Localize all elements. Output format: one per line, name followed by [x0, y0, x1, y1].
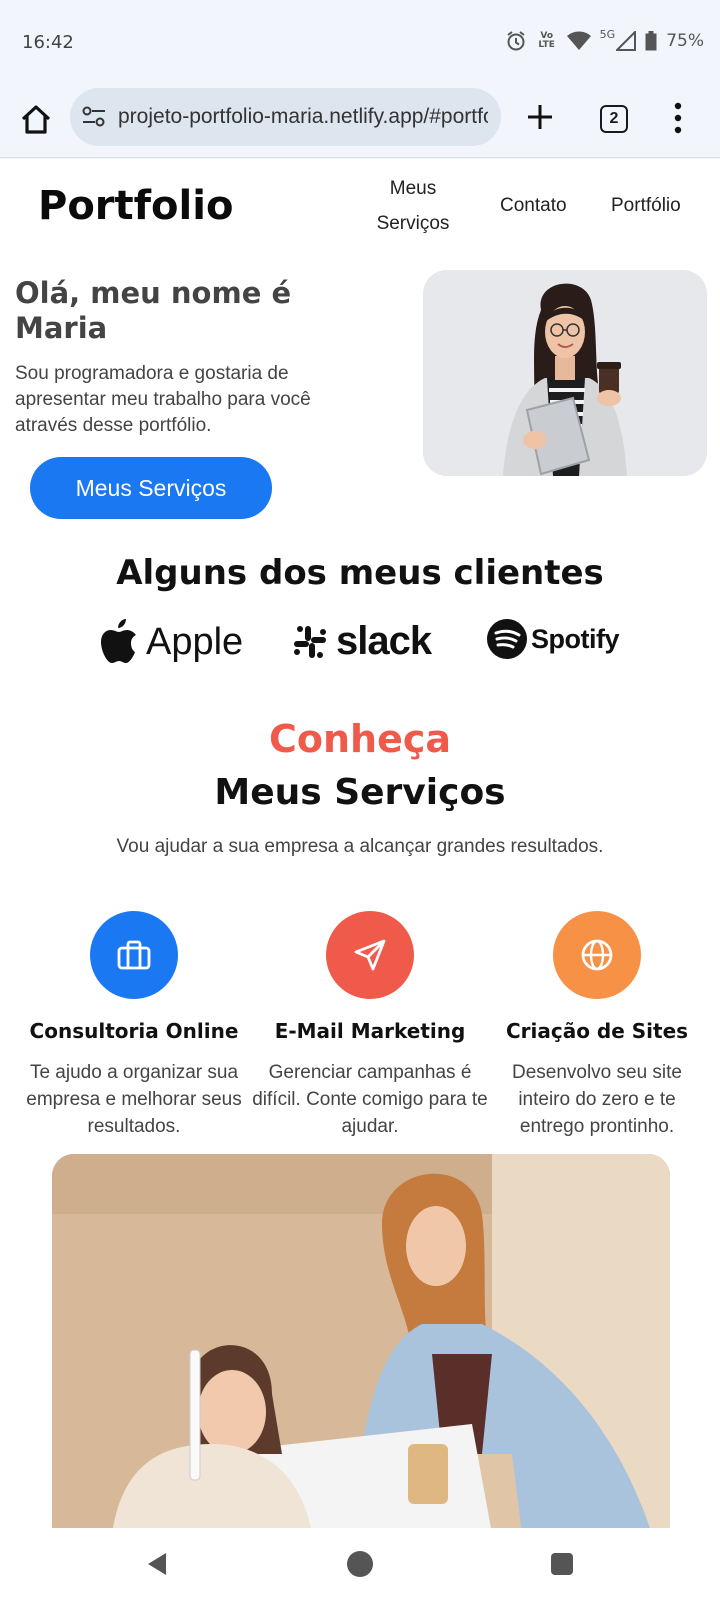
tab-switcher-icon[interactable]: 2 — [600, 105, 628, 133]
battery-icon — [645, 31, 657, 51]
status-time: 16:42 — [22, 32, 74, 53]
signal-icon — [616, 31, 637, 51]
service-desc: Te ajudo a organizar sua empresa e melho… — [26, 1062, 242, 1137]
new-tab-icon[interactable] — [523, 100, 557, 134]
service-name: Criação de Sites — [505, 1019, 689, 1043]
back-icon[interactable] — [146, 1552, 168, 1576]
team-photo — [52, 1154, 670, 1528]
hero-text: Sou programadora e gostaria de apresenta… — [15, 363, 311, 436]
clients-title: Alguns dos meus clientes — [116, 553, 604, 593]
more-menu-icon[interactable] — [673, 102, 683, 134]
volte-badge: Vo LTE — [538, 31, 555, 50]
client-name-spotify: Spotify — [531, 623, 620, 654]
client-logo-slack: slack — [292, 619, 432, 664]
hero-title: Olá, meu nome é Maria — [15, 276, 292, 345]
two-women-working-illustration — [52, 1154, 670, 1528]
nav-link-portfolio[interactable]: Portfólio — [611, 188, 681, 223]
recents-icon[interactable] — [551, 1553, 573, 1575]
battery-level: 75% — [666, 31, 704, 51]
client-name-apple: Apple — [146, 620, 244, 663]
slack-icon — [294, 625, 326, 658]
briefcase-icon — [90, 911, 178, 999]
url-text: projeto-portfolio-maria.netlify.app/#por… — [118, 105, 488, 128]
status-bar: 16:42 Vo LTE 5G 75% — [0, 0, 720, 86]
nav-link-contact[interactable]: Contato — [500, 188, 567, 223]
service-desc: Desenvolvo seu site inteiro do zero e te… — [511, 1062, 683, 1137]
apple-icon — [101, 619, 136, 663]
service-desc: Gerenciar campanhas é difícil. Conte com… — [252, 1062, 488, 1137]
service-card-consulting: Consultoria Online Te ajudo a organizar … — [16, 911, 252, 1140]
system-nav-bar — [0, 1528, 720, 1600]
wifi-icon — [566, 31, 591, 50]
site-settings-icon[interactable] — [82, 106, 106, 128]
globe-icon — [553, 911, 641, 999]
site-logo[interactable]: Portfolio — [38, 183, 233, 229]
services-button[interactable]: Meus Serviços — [30, 457, 272, 519]
client-name-slack: slack — [336, 619, 432, 663]
service-name: Consultoria Online — [29, 1019, 239, 1043]
alarm-icon — [507, 31, 525, 51]
services-subtitle: Vou ajudar a sua empresa a alcançar gran… — [116, 836, 604, 857]
address-bar[interactable]: projeto-portfolio-maria.netlify.app/#por… — [70, 88, 501, 146]
browser-toolbar: projeto-portfolio-maria.netlify.app/#por… — [0, 86, 720, 158]
hero-photo — [423, 270, 707, 476]
send-icon — [326, 911, 414, 999]
network-type: 5G — [599, 27, 616, 41]
client-logo-spotify: Spotify — [487, 619, 620, 659]
nav-link-services[interactable]: Meus Serviços — [372, 171, 454, 241]
services-title: Meus Serviços — [214, 772, 506, 813]
service-card-email: E-Mail Marketing Gerenciar campanhas é d… — [252, 911, 488, 1140]
service-card-websites: Criação de Sites Desenvolvo seu site int… — [490, 911, 704, 1140]
web-page: Portfolio Meus Serviços Contato Portfólio… — [0, 159, 720, 1528]
services-eyebrow: Conheça — [268, 717, 452, 761]
home-circle-icon[interactable] — [347, 1551, 373, 1577]
client-logo-apple: Apple — [100, 619, 243, 665]
service-name: E-Mail Marketing — [274, 1019, 466, 1043]
woman-with-coffee-illustration — [423, 270, 707, 476]
nav-services-line1: Meus — [389, 178, 437, 199]
status-icons: Vo LTE 5G 75% — [505, 27, 704, 52]
home-icon[interactable] — [18, 102, 54, 138]
spotify-icon — [487, 619, 527, 659]
nav-services-line2: Serviços — [376, 213, 450, 234]
